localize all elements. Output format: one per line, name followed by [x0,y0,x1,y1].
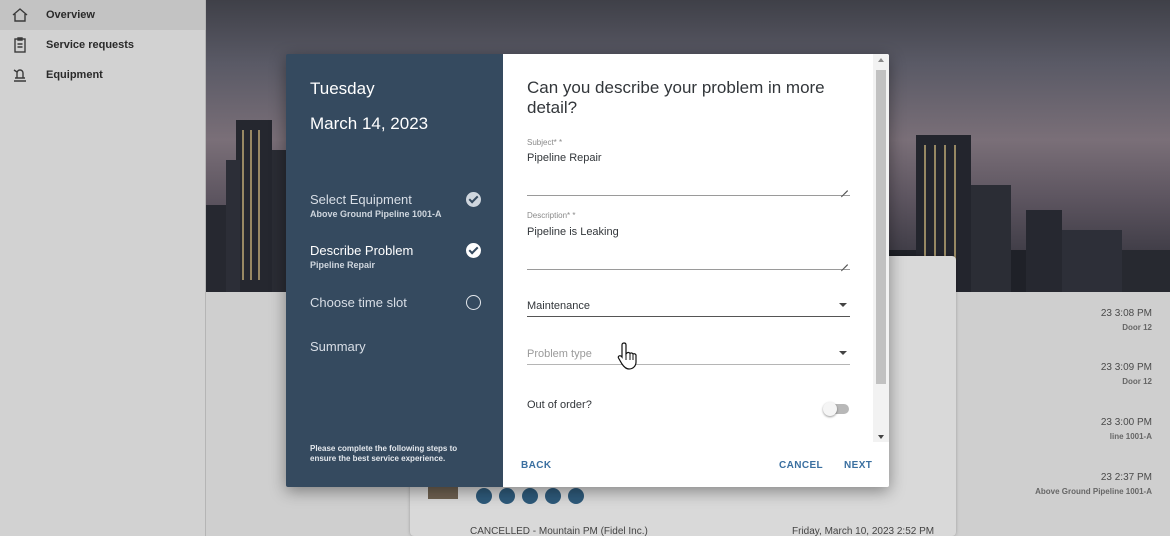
flag-icon [568,488,584,504]
home-icon [11,6,29,24]
calendar-icon [499,488,515,504]
chevron-down-icon [839,351,847,355]
truck-icon [522,488,538,504]
list-item-date: Friday, March 10, 2023 2:52 PM [792,526,935,536]
problem-type-placeholder: Problem type [527,347,592,360]
service-request-wizard-dialog: Tuesday March 14, 2023 Select Equipment … [286,54,889,487]
form-scrollbar[interactable] [873,54,889,442]
sidebar-item-label: Equipment [46,69,103,81]
wrench-icon [545,488,561,504]
status-icons [476,488,584,504]
list-item: 23 3:08 PM Door 12 [1100,308,1152,332]
sidebar-item-service-requests[interactable]: Service requests [0,30,205,60]
sidebar: Overview Service requests Equipment [0,0,206,536]
wizard-form-panel: Can you describe your problem in more de… [503,54,889,487]
back-button[interactable]: BACK [521,460,552,471]
wizard-steps-panel: Tuesday March 14, 2023 Select Equipment … [286,54,503,487]
resize-handle-icon[interactable] [841,184,848,191]
description-field[interactable]: Pipeline is Leaking [527,226,619,238]
clipboard-icon [11,36,29,54]
next-button[interactable]: NEXT [844,460,872,471]
out-of-order-toggle[interactable] [823,402,849,416]
scroll-down-icon[interactable] [878,435,884,439]
sidebar-item-equipment[interactable]: Equipment [0,60,205,90]
list-item: 23 3:09 PM Door 12 [1100,362,1152,386]
subject-field-underline [527,195,850,196]
list-item: 23 2:37 PM Above Ground Pipeline 1001-A [1035,472,1152,496]
hand-cursor-icon [617,342,637,370]
equipment-icon [11,66,29,84]
list-item: 23 3:00 PM line 1001-A [1100,417,1152,441]
step-choose-time-slot[interactable]: Choose time slot [310,295,485,310]
subject-field[interactable]: Pipeline Repair [527,152,602,164]
wizard-footnote: Please complete the following steps to e… [310,444,458,463]
sidebar-item-label: Overview [46,9,95,21]
scroll-up-icon[interactable] [878,58,884,62]
circle-icon [466,295,481,310]
form-scroll-area: Can you describe your problem in more de… [503,54,873,442]
wizard-date: March 14, 2023 [310,114,429,133]
chevron-down-icon [839,303,847,307]
scrollbar-thumb[interactable] [876,70,886,384]
check-icon [466,192,481,207]
check-icon [466,243,481,258]
wizard-day: Tuesday [310,79,375,98]
category-select-value: Maintenance [527,299,590,312]
step-summary[interactable]: Summary [310,339,485,354]
step-select-equipment[interactable]: Select Equipment Above Ground Pipeline 1… [310,192,485,219]
sidebar-item-overview[interactable]: Overview [0,0,205,30]
form-heading: Can you describe your problem in more de… [527,78,825,117]
sidebar-item-label: Service requests [46,39,135,51]
description-field-underline [527,269,850,270]
list-item-title: CANCELLED - Mountain PM (Fidel Inc.) [470,526,648,536]
category-select[interactable]: Maintenance [527,295,850,317]
out-of-order-label: Out of order? [527,399,592,411]
description-label: Description* * [527,211,576,220]
cancel-button[interactable]: CANCEL [779,460,823,471]
step-describe-problem[interactable]: Describe Problem Pipeline Repair [310,243,485,270]
subject-label: Subject* * [527,138,563,147]
clipboard-icon [476,488,492,504]
resize-handle-icon[interactable] [841,258,848,265]
problem-type-select[interactable]: Problem type [527,343,850,365]
